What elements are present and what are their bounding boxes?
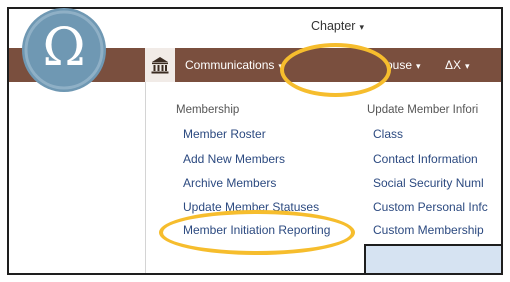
menu-item-social-security-number[interactable]: Social Security Numl	[373, 176, 484, 190]
chevron-down-icon: ▾	[359, 22, 365, 32]
nav-house-label: ouse	[386, 58, 413, 72]
chevron-down-icon: ▾	[465, 61, 470, 71]
menu-item-custom-personal-info[interactable]: Custom Personal Infc	[373, 200, 488, 214]
menu-item-member-initiation-reporting[interactable]: Member Initiation Reporting	[183, 223, 330, 237]
menu-item-update-member-statuses[interactable]: Update Member Statuses	[183, 200, 319, 214]
nav-delta-x[interactable]: ΔX ▾	[445, 48, 470, 82]
nav-delta-x-label: ΔX	[445, 58, 462, 72]
omega-glyph: Ω	[42, 18, 86, 78]
update-member-info-heading: Update Member Infori	[367, 104, 479, 116]
content-panel	[364, 244, 501, 273]
nav-chapter[interactable]: Chapter ▾	[303, 11, 373, 42]
membership-heading: Membership	[176, 104, 240, 116]
nav-house[interactable]: ouse ▾	[386, 48, 421, 82]
menu-item-class[interactable]: Class	[373, 127, 403, 141]
omega-seal-icon: Ω	[22, 8, 106, 92]
nav-communications[interactable]: Communications ▾	[185, 48, 283, 82]
chevron-down-icon: ▾	[278, 61, 283, 71]
menu-item-archive-members[interactable]: Archive Members	[183, 176, 276, 190]
menu-item-custom-membership[interactable]: Custom Membership	[373, 223, 484, 237]
dropdown-left-border	[145, 82, 146, 273]
menu-item-member-roster[interactable]: Member Roster	[183, 127, 266, 141]
nav-communications-label: Communications	[185, 58, 275, 72]
home-tab[interactable]	[145, 48, 175, 82]
menu-item-add-new-members[interactable]: Add New Members	[183, 152, 285, 166]
menu-item-contact-information[interactable]: Contact Information	[373, 152, 478, 166]
bank-icon	[151, 57, 169, 74]
nav-chapter-label: Chapter	[311, 19, 356, 33]
chevron-down-icon: ▾	[416, 61, 421, 71]
